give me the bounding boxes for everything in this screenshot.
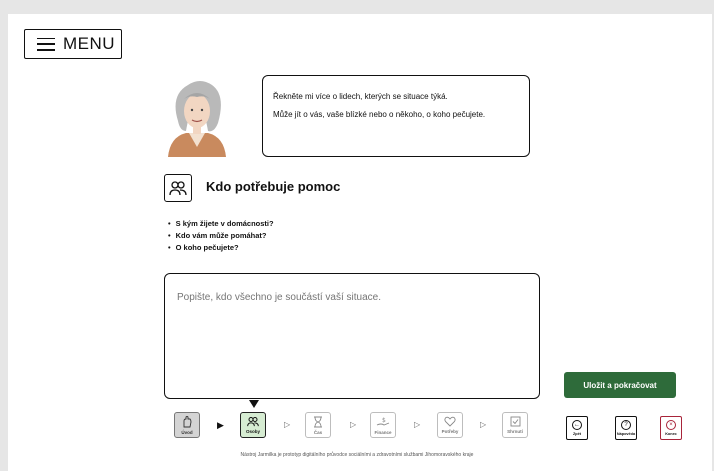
step-label: Finance [374, 430, 392, 435]
step-label: Potřeby [441, 429, 459, 434]
back-arrow-icon: ← [572, 420, 582, 430]
step-arrow-icon: ▷ [480, 420, 487, 429]
back-label: Zpět [572, 432, 581, 436]
speech-bubble: Řekněte mi více o lidech, kterých se sit… [262, 75, 530, 157]
question-list: S kým žijete v domácnosti? Kdo vám může … [168, 218, 274, 254]
section-title: Kdo potřebuje pomoc [206, 179, 341, 194]
step-arrow-icon: ▷ [284, 420, 291, 429]
end-label: Konec [665, 432, 677, 436]
situation-input[interactable] [164, 273, 540, 399]
help-button[interactable]: ? Nápověda [615, 416, 637, 440]
money-hand-icon: $ [376, 417, 390, 426]
people-icon [247, 417, 259, 427]
people-icon [164, 174, 192, 202]
question-item: O koho pečujete? [168, 242, 274, 254]
step-uvod[interactable]: Úvod [174, 412, 200, 438]
step-arrow-icon: ▶ [217, 420, 224, 430]
step-potreby[interactable]: Potřeby [437, 412, 463, 438]
save-and-continue-button[interactable]: Uložit a pokračovat [564, 372, 676, 398]
heart-icon [444, 416, 456, 427]
step-label: Čas [313, 430, 323, 435]
assistant-message-2: Může jít o vás, vaše blízké nebo o někoh… [273, 110, 486, 119]
step-label: Shrnutí [507, 429, 523, 434]
step-arrow-icon: ▷ [350, 420, 357, 429]
step-label: Osoby [245, 429, 260, 434]
question-item: Kdo vám může pomáhat? [168, 230, 274, 242]
close-icon: × [666, 420, 676, 430]
current-step-pointer-icon [249, 400, 259, 408]
step-label: Úvod [181, 430, 193, 435]
step-cas[interactable]: Čas [305, 412, 331, 438]
step-shrnuti[interactable]: Shrnutí [502, 412, 528, 438]
menu-button[interactable]: MENU [24, 29, 122, 59]
svg-text:$: $ [382, 417, 386, 424]
help-label: Nápověda [616, 432, 636, 436]
menu-label: MENU [63, 34, 116, 53]
checklist-icon [510, 416, 520, 427]
end-button[interactable]: × Konec [660, 416, 682, 440]
hand-icon [183, 416, 192, 428]
step-arrow-icon: ▷ [414, 420, 421, 429]
question-item: S kým žijete v domácnosti? [168, 218, 274, 230]
back-button[interactable]: ← Zpět [566, 416, 588, 440]
hourglass-icon [314, 416, 322, 428]
hamburger-icon [37, 37, 55, 51]
assistant-avatar [164, 77, 230, 157]
footer-text: Nástroj Jarmilka je prototyp digitálního… [240, 452, 474, 458]
question-icon: ? [621, 420, 631, 430]
assistant-message-1: Řekněte mi více o lidech, kterých se sit… [273, 92, 448, 101]
step-osoby[interactable]: Osoby [240, 412, 266, 438]
step-finance[interactable]: $ Finance [370, 412, 396, 438]
